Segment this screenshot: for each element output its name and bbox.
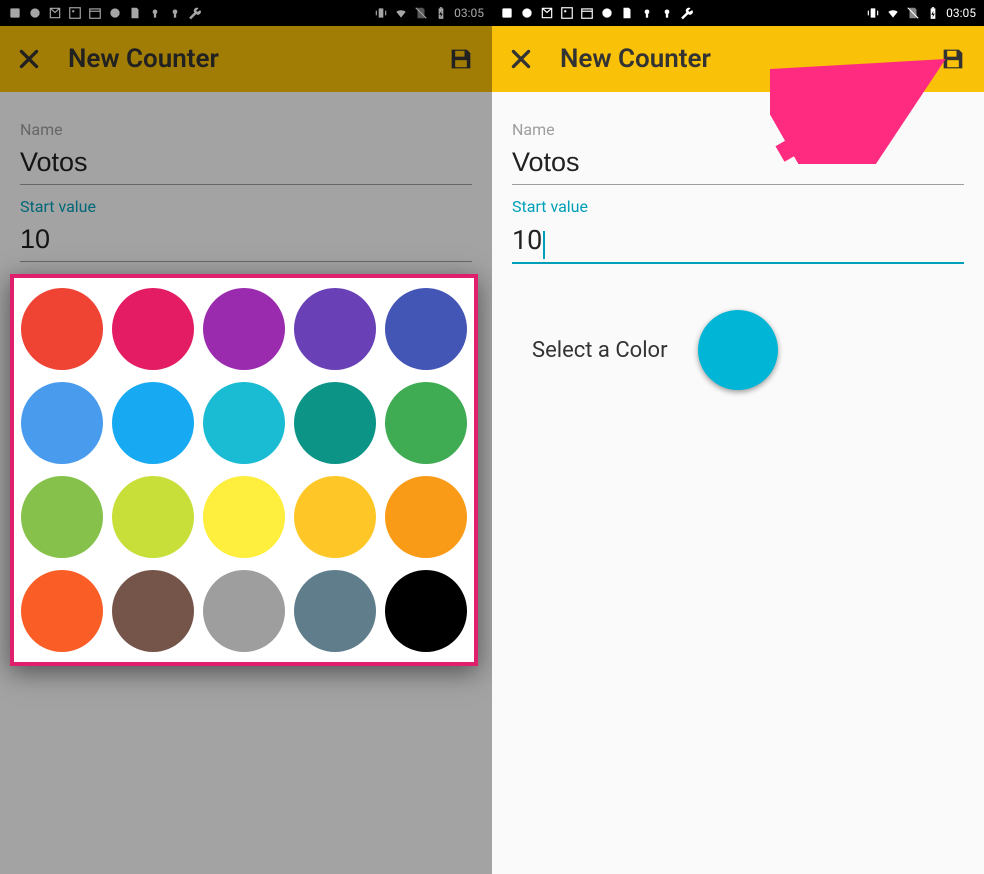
start-value-label: Start value	[512, 197, 964, 216]
color-option[interactable]	[203, 570, 285, 652]
color-option[interactable]	[203, 288, 285, 370]
screenshot-right: 03:05 New Counter Name Start value 10 Se…	[492, 0, 984, 874]
keyhole-icon	[660, 6, 674, 20]
app-icon	[520, 6, 534, 20]
select-color-label: Select a Color	[532, 338, 668, 363]
app-bar: New Counter	[492, 26, 984, 92]
picker-row	[18, 564, 470, 658]
color-option[interactable]	[385, 570, 467, 652]
close-icon	[508, 46, 534, 72]
name-input[interactable]	[512, 145, 964, 185]
calendar-icon	[580, 6, 594, 20]
select-color-row: Select a Color	[512, 310, 964, 390]
color-option[interactable]	[21, 382, 103, 464]
keyhole-icon	[640, 6, 654, 20]
color-option[interactable]	[21, 476, 103, 558]
color-picker-popup	[10, 274, 478, 666]
color-option[interactable]	[203, 476, 285, 558]
text-cursor	[543, 231, 545, 259]
wrench-icon	[680, 6, 694, 20]
color-option[interactable]	[112, 382, 194, 464]
picker-row	[18, 470, 470, 564]
page-title: New Counter	[560, 44, 936, 74]
color-option[interactable]	[294, 382, 376, 464]
picture-icon	[560, 6, 574, 20]
clock: 03:05	[946, 6, 976, 20]
save-icon	[939, 45, 967, 73]
app-icon	[500, 6, 514, 20]
name-label: Name	[512, 120, 964, 139]
wifi-icon	[886, 6, 900, 20]
color-option[interactable]	[112, 288, 194, 370]
vibrate-icon	[866, 6, 880, 20]
gmail-icon	[540, 6, 554, 20]
picker-row	[18, 282, 470, 376]
screenshot-left: 03:05 New Counter Name Start value	[0, 0, 492, 874]
color-option[interactable]	[385, 288, 467, 370]
color-option[interactable]	[203, 382, 285, 464]
color-option[interactable]	[294, 570, 376, 652]
start-value-text: 10	[512, 224, 542, 256]
status-bar: 03:05	[492, 0, 984, 26]
battery-charging-icon	[926, 6, 940, 20]
form-content: Name Start value 10 Select a Color	[492, 92, 984, 390]
color-option[interactable]	[21, 288, 103, 370]
color-option[interactable]	[294, 476, 376, 558]
selected-color-swatch[interactable]	[698, 310, 778, 390]
color-option[interactable]	[385, 382, 467, 464]
save-button[interactable]	[936, 42, 970, 76]
app-icon	[600, 6, 614, 20]
color-option[interactable]	[112, 570, 194, 652]
color-option[interactable]	[21, 570, 103, 652]
close-button[interactable]	[506, 44, 536, 74]
picker-row	[18, 376, 470, 470]
sd-icon	[620, 6, 634, 20]
color-option[interactable]	[112, 476, 194, 558]
color-option[interactable]	[385, 476, 467, 558]
start-value-input[interactable]: 10	[512, 222, 964, 264]
no-sim-icon	[906, 6, 920, 20]
color-option[interactable]	[294, 288, 376, 370]
